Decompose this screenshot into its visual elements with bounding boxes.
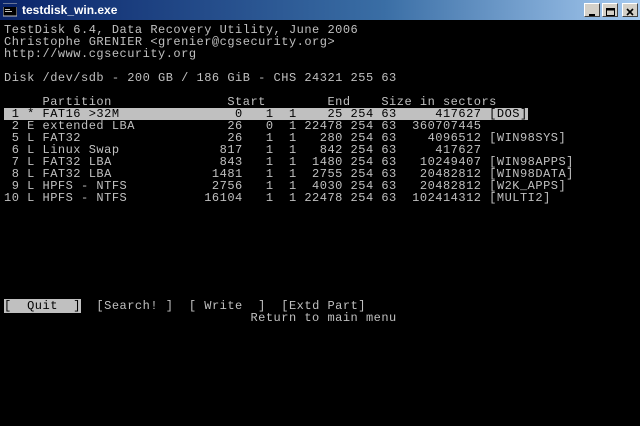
status-line: Return to main menu <box>4 312 397 324</box>
maximize-button[interactable] <box>602 3 618 17</box>
disk-info: Disk /dev/sdb - 200 GB / 186 GiB - CHS 2… <box>4 71 397 85</box>
header-line-3: http://www.cgsecurity.org <box>4 47 197 61</box>
status-text: Return to main menu <box>250 311 397 325</box>
console-area[interactable]: TestDisk 6.4, Data Recovery Utility, Jun… <box>4 21 640 426</box>
close-icon <box>626 1 634 20</box>
console-app-icon <box>2 2 18 18</box>
maximize-icon <box>605 1 615 20</box>
title-bar[interactable]: testdisk_win.exe <box>0 0 640 20</box>
close-button[interactable] <box>622 3 638 17</box>
partition-row[interactable]: 10 L HPFS - NTFS 16104 1 1 22478 254 63 … <box>4 192 551 204</box>
minimize-button[interactable] <box>584 3 600 17</box>
console-window: testdisk_win.exe TestDisk 6.4, Data Reco… <box>0 0 640 426</box>
window-title: testdisk_win.exe <box>22 3 118 17</box>
minimize-icon <box>588 1 596 20</box>
